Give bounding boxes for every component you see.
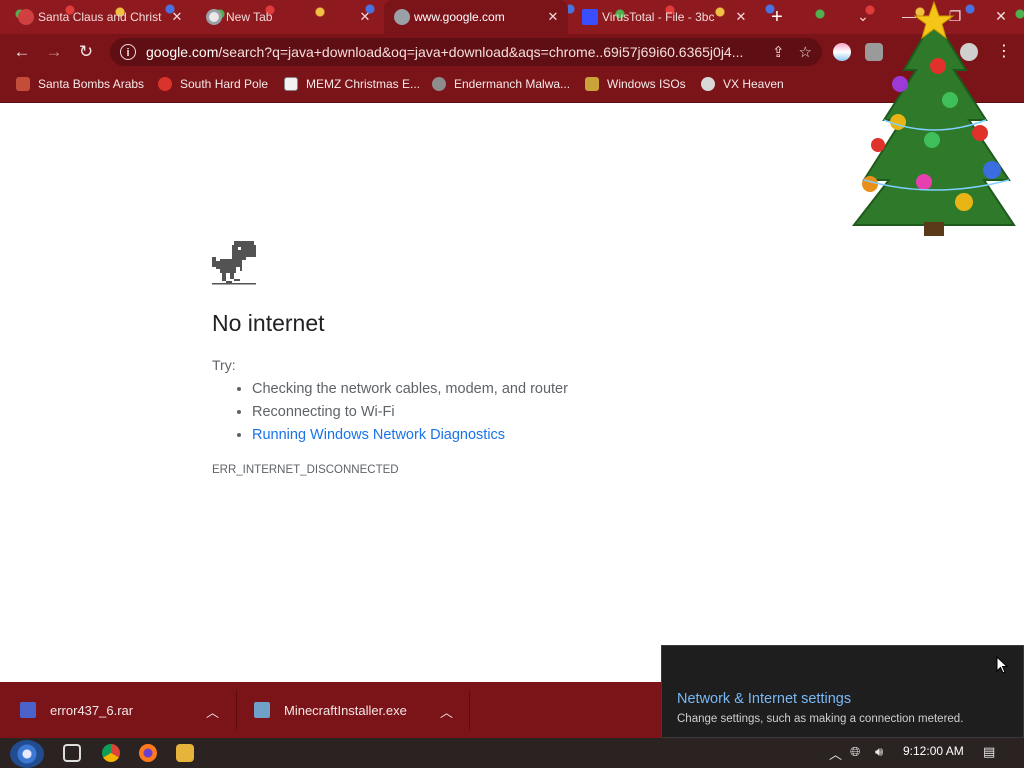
- error-code: ERR_INTERNET_DISCONNECTED: [212, 464, 399, 476]
- bookmark-label: Endermanch Malwa...: [454, 77, 571, 91]
- file-explorer-icon[interactable]: [176, 744, 194, 762]
- forward-button[interactable]: →: [42, 41, 66, 63]
- tab-virustotal[interactable]: VirusTotal - File - 3bc ✕: [572, 0, 756, 34]
- close-icon[interactable]: ✕: [734, 9, 748, 25]
- firefox-icon[interactable]: [139, 744, 157, 762]
- tab-favicon-icon: [18, 9, 34, 25]
- action-center-icon[interactable]: ▤: [983, 744, 995, 760]
- memz-icon: [284, 77, 298, 91]
- download-divider: [236, 690, 237, 730]
- tab-title: www.google.com: [414, 10, 505, 24]
- suggestion-diagnostics: Running Windows Network Diagnostics: [252, 424, 568, 447]
- bookmark-label: Santa Bombs Arabs: [38, 77, 145, 91]
- mouse-cursor-icon: [996, 656, 1008, 674]
- bookmark-windows-isos[interactable]: Windows ISOs: [585, 77, 686, 91]
- virustotal-favicon-icon: [582, 9, 598, 25]
- dinosaur-icon: [212, 241, 256, 285]
- tab-santa-claus[interactable]: Santa Claus and Christ ✕: [8, 0, 192, 34]
- show-hidden-icons-icon[interactable]: ︿: [829, 744, 842, 763]
- bookmark-label: Windows ISOs: [607, 77, 686, 91]
- close-icon[interactable]: ✕: [546, 9, 560, 25]
- address-bar[interactable]: i google.com/search?q=java+download&oq=j…: [110, 38, 822, 66]
- tab-title: New Tab: [226, 10, 273, 24]
- close-icon[interactable]: ✕: [358, 9, 372, 25]
- error-title: No internet: [212, 310, 325, 336]
- bookmark-vx-heaven[interactable]: VX Heaven: [701, 77, 784, 91]
- tab-google[interactable]: www.google.com ✕: [384, 0, 568, 34]
- chrome-favicon-icon: [206, 9, 222, 25]
- suggestion-check-cables: Checking the network cables, modem, and …: [252, 378, 568, 401]
- vx-heaven-icon: [701, 77, 715, 91]
- back-button[interactable]: ←: [10, 41, 34, 63]
- network-settings-description: Change settings, such as making a connec…: [677, 713, 964, 725]
- close-icon[interactable]: ✕: [170, 9, 184, 25]
- chrome-icon[interactable]: [102, 744, 120, 762]
- download-filename: MinecraftInstaller.exe: [284, 702, 407, 718]
- rar-file-icon: [20, 702, 36, 718]
- windows-isos-icon: [585, 77, 599, 91]
- snowflake-icon: [158, 77, 172, 91]
- network-flyout: Network & Internet settings Change setti…: [661, 645, 1024, 738]
- endermanch-icon: [432, 77, 446, 91]
- tab-new-tab[interactable]: New Tab ✕: [196, 0, 380, 34]
- santa-icon: [16, 77, 30, 91]
- bookmark-endermanch-malware[interactable]: Endermanch Malwa...: [432, 77, 570, 91]
- volume-icon[interactable]: 🔊︎: [875, 744, 883, 760]
- download-item-minecraft-installer[interactable]: MinecraftInstaller.exe ︿: [254, 682, 464, 738]
- taskbar-clock[interactable]: 9:12:00 AM: [903, 744, 964, 758]
- suggestions-list: Checking the network cables, modem, and …: [212, 378, 568, 447]
- try-label: Try:: [212, 357, 236, 373]
- bookmark-label: South Hard Pole: [180, 77, 269, 91]
- network-globe-icon[interactable]: 🌐︎: [850, 744, 860, 760]
- bookmark-memz-christmas[interactable]: MEMZ Christmas E...: [284, 77, 420, 91]
- bookmark-south-hard-pole[interactable]: South Hard Pole: [158, 77, 268, 91]
- exe-file-icon: [254, 702, 270, 718]
- task-view-icon[interactable]: [63, 744, 81, 762]
- tab-title: VirusTotal - File - 3bc: [602, 10, 715, 24]
- url-text[interactable]: google.com/search?q=java+download&oq=jav…: [146, 44, 758, 60]
- chevron-up-icon[interactable]: ︿: [206, 702, 219, 721]
- download-filename: error437_6.rar: [50, 702, 134, 718]
- globe-favicon-icon: [394, 9, 410, 25]
- share-icon[interactable]: ⇪: [772, 43, 785, 61]
- new-tab-button[interactable]: +: [766, 6, 788, 28]
- bookmark-label: MEMZ Christmas E...: [306, 77, 421, 91]
- network-diagnostics-link[interactable]: Running Windows Network Diagnostics: [252, 427, 505, 443]
- start-button[interactable]: [10, 740, 44, 768]
- reload-button[interactable]: ↻: [74, 41, 98, 63]
- tab-title: Santa Claus and Christ: [38, 10, 162, 24]
- download-item-error437[interactable]: error437_6.rar ︿: [20, 682, 230, 738]
- bookmark-star-icon[interactable]: ☆: [799, 43, 812, 61]
- christmas-tree-image: [851, 0, 1016, 236]
- chevron-up-icon[interactable]: ︿: [440, 702, 453, 721]
- download-divider: [469, 690, 470, 730]
- site-info-icon[interactable]: i: [120, 44, 136, 60]
- network-settings-link[interactable]: Network & Internet settings: [677, 691, 851, 707]
- bookmark-label: VX Heaven: [723, 77, 784, 91]
- bookmark-santa-bombs-arabs[interactable]: Santa Bombs Arabs: [16, 77, 144, 91]
- suggestion-reconnect-wifi: Reconnecting to Wi-Fi: [252, 401, 568, 424]
